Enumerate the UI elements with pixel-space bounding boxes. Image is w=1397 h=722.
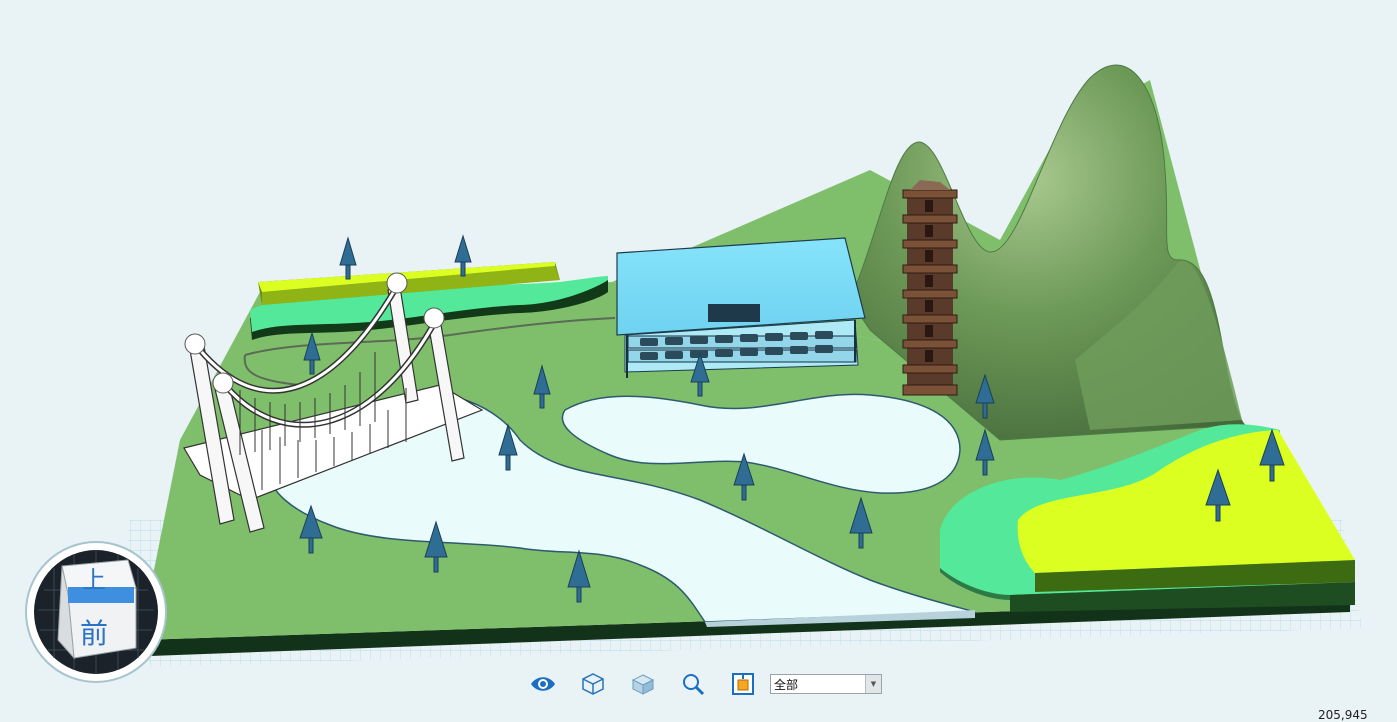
- coordinate-readout: 205,945: [1318, 708, 1368, 722]
- navigation-cube[interactable]: 上 前: [24, 540, 168, 684]
- zoom-magnifier-icon: [683, 674, 705, 696]
- visibility-button[interactable]: [518, 669, 568, 699]
- zoom-button[interactable]: [668, 669, 718, 699]
- view-filter-value: 全部: [774, 677, 799, 692]
- stadium-building: [616, 237, 866, 378]
- view-filter-select[interactable]: 全部 ▼: [770, 674, 882, 694]
- fit-view-button[interactable]: [718, 669, 768, 699]
- shaded-view-button[interactable]: [618, 669, 668, 699]
- view-toolbar: 全部 ▼: [518, 667, 890, 701]
- cube-wireframe-icon: [582, 673, 604, 695]
- nav-cube-top-face-label[interactable]: 上: [82, 560, 106, 595]
- visibility-eye-icon: [531, 677, 555, 691]
- nav-cube-front-face-label[interactable]: 前: [80, 612, 108, 652]
- wireframe-view-button[interactable]: [568, 669, 618, 699]
- 3d-viewport[interactable]: [0, 0, 1397, 715]
- cube-shaded-icon: [631, 674, 655, 695]
- chevron-down-icon[interactable]: ▼: [865, 675, 881, 693]
- fit-view-icon: [732, 673, 754, 695]
- pagoda-tower: [902, 180, 958, 396]
